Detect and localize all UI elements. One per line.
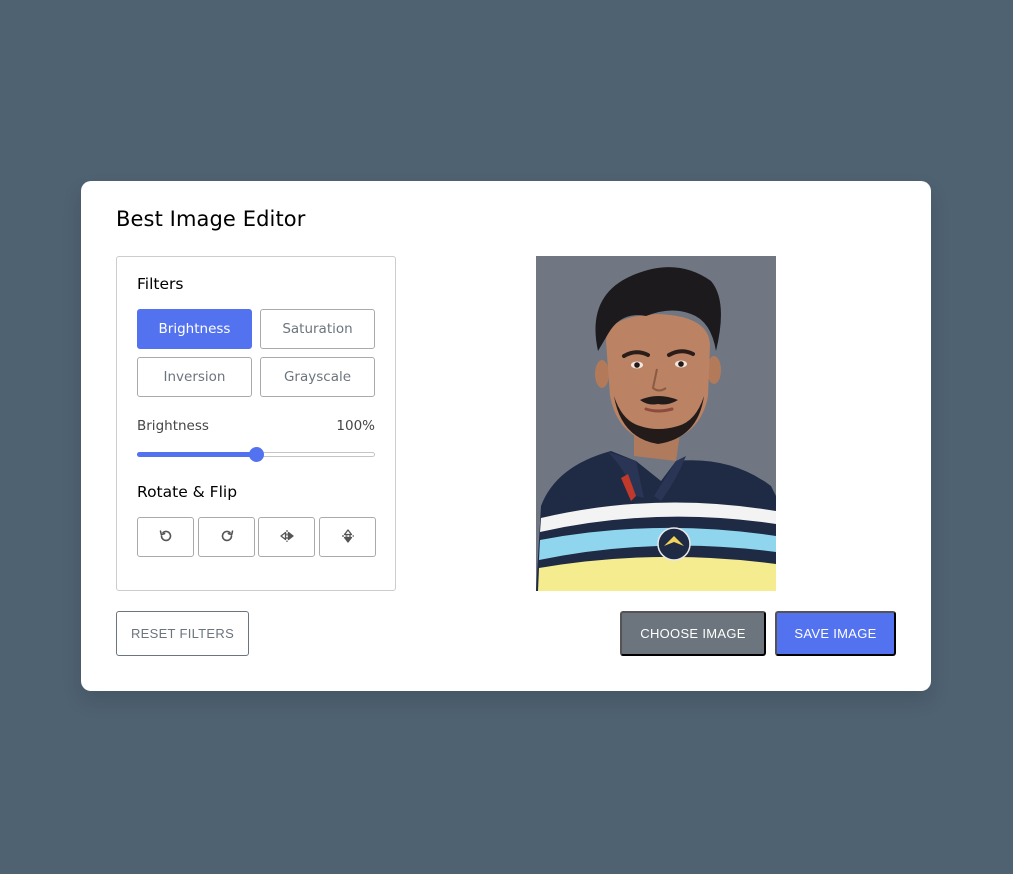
save-image-button[interactable]: SAVE IMAGE xyxy=(775,611,896,656)
flip-horizontal-icon xyxy=(279,528,295,547)
reset-filters-button[interactable]: RESET FILTERS xyxy=(116,611,249,656)
image-preview xyxy=(536,256,776,591)
choose-image-button[interactable]: CHOOSE IMAGE xyxy=(620,611,766,656)
rotate-left-icon xyxy=(158,528,174,547)
flip-vertical-icon xyxy=(340,528,356,547)
filter-saturation-button[interactable]: Saturation xyxy=(260,309,375,349)
slider-thumb[interactable] xyxy=(249,447,264,462)
flip-horizontal-button[interactable] xyxy=(258,517,315,557)
app-title: Best Image Editor xyxy=(116,207,306,231)
rotate-right-icon xyxy=(219,528,235,547)
editor-card: Best Image Editor Filters Brightness Sat… xyxy=(81,181,931,691)
filter-brightness-button[interactable]: Brightness xyxy=(137,309,252,349)
brightness-slider[interactable] xyxy=(137,447,375,462)
filter-inversion-button[interactable]: Inversion xyxy=(137,357,252,397)
filter-grayscale-button[interactable]: Grayscale xyxy=(260,357,375,397)
slider-value: 100% xyxy=(336,418,375,434)
rotate-left-button[interactable] xyxy=(137,517,194,557)
slider-fill xyxy=(137,452,256,457)
slider-info: Brightness 100% xyxy=(137,418,375,434)
controls-panel: Filters Brightness Saturation Inversion … xyxy=(116,256,396,591)
flip-vertical-button[interactable] xyxy=(319,517,376,557)
rotate-flip-heading: Rotate & Flip xyxy=(137,483,238,501)
slider-name: Brightness xyxy=(137,418,209,434)
filters-heading: Filters xyxy=(137,275,184,293)
portrait-photo xyxy=(536,256,776,591)
rotate-right-button[interactable] xyxy=(198,517,255,557)
